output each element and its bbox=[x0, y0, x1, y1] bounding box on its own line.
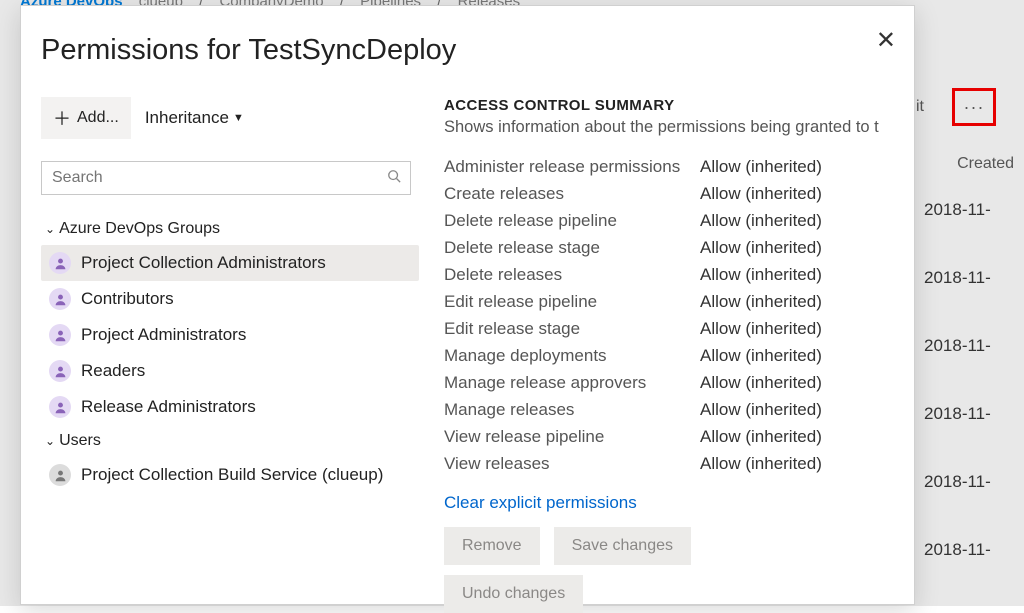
perm-value[interactable]: Allow (inherited) bbox=[700, 319, 822, 339]
perm-row: Delete release stageAllow (inherited) bbox=[444, 234, 914, 261]
modal-left-pane: ＋ Add... Inheritance ▼ ⌄ Azure DevOps Gr… bbox=[21, 97, 419, 613]
bg-date: 2018-11- bbox=[924, 200, 1014, 220]
perm-label: Manage deployments bbox=[444, 346, 700, 366]
perm-value[interactable]: Allow (inherited) bbox=[700, 211, 822, 231]
close-icon: ✕ bbox=[876, 27, 896, 54]
perm-value[interactable]: Allow (inherited) bbox=[700, 400, 822, 420]
dots-icon: ··· bbox=[964, 97, 985, 118]
perm-label: Edit release stage bbox=[444, 319, 700, 339]
modal-title: Permissions for TestSyncDeploy bbox=[41, 34, 914, 67]
modal-right-pane: ACCESS CONTROL SUMMARY Shows information… bbox=[419, 97, 914, 613]
perm-label: Manage releases bbox=[444, 400, 700, 420]
perm-label: Edit release pipeline bbox=[444, 292, 700, 312]
close-button[interactable]: ✕ bbox=[876, 26, 896, 55]
perm-label: View releases bbox=[444, 454, 700, 474]
permissions-modal: ✕ Permissions for TestSyncDeploy ＋ Add..… bbox=[20, 5, 915, 605]
perm-row: Manage releasesAllow (inherited) bbox=[444, 396, 914, 423]
perm-row: View releasesAllow (inherited) bbox=[444, 450, 914, 477]
perm-label: Delete release stage bbox=[444, 238, 700, 258]
group-item-readers[interactable]: Readers bbox=[41, 353, 419, 389]
group-avatar-icon bbox=[49, 360, 71, 382]
perm-row: Delete release pipelineAllow (inherited) bbox=[444, 207, 914, 234]
group-item-project-admins[interactable]: Project Administrators bbox=[41, 317, 419, 353]
more-actions-button[interactable]: ··· bbox=[952, 88, 996, 126]
bg-date: 2018-11- bbox=[924, 540, 1014, 560]
inheritance-label: Inheritance bbox=[145, 108, 229, 128]
perm-value[interactable]: Allow (inherited) bbox=[700, 265, 822, 285]
group-item-contributors[interactable]: Contributors bbox=[41, 281, 419, 317]
caret-down-icon: ▼ bbox=[233, 112, 244, 124]
permissions-list: Administer release permissionsAllow (inh… bbox=[444, 153, 914, 477]
acs-heading: ACCESS CONTROL SUMMARY bbox=[444, 97, 914, 114]
search-wrap bbox=[41, 161, 411, 195]
perm-row: Edit release stageAllow (inherited) bbox=[444, 315, 914, 342]
users-header-label: Users bbox=[59, 432, 101, 450]
perm-value[interactable]: Allow (inherited) bbox=[700, 427, 822, 447]
group-tree: ⌄ Azure DevOps Groups Project Collection… bbox=[41, 213, 419, 493]
chevron-down-icon: ⌄ bbox=[45, 222, 55, 236]
users-header[interactable]: ⌄ Users bbox=[41, 425, 419, 457]
group-item-label: Project Collection Administrators bbox=[81, 253, 326, 273]
group-item-label: Project Administrators bbox=[81, 325, 246, 345]
perm-label: View release pipeline bbox=[444, 427, 700, 447]
button-row-2: Undo changes bbox=[444, 575, 914, 613]
group-avatar-icon bbox=[49, 252, 71, 274]
user-item-label: Project Collection Build Service (clueup… bbox=[81, 465, 383, 485]
remove-button[interactable]: Remove bbox=[444, 527, 540, 565]
group-item-label: Readers bbox=[81, 361, 145, 381]
group-item-release-admins[interactable]: Release Administrators bbox=[41, 389, 419, 425]
groups-header-label: Azure DevOps Groups bbox=[59, 220, 220, 238]
bg-dates: 2018-11- 2018-11- 2018-11- 2018-11- 2018… bbox=[924, 200, 1014, 608]
add-button[interactable]: ＋ Add... bbox=[41, 97, 131, 139]
group-item-label: Contributors bbox=[81, 289, 174, 309]
perm-row: Edit release pipelineAllow (inherited) bbox=[444, 288, 914, 315]
perm-row: Delete releasesAllow (inherited) bbox=[444, 261, 914, 288]
group-avatar-icon bbox=[49, 324, 71, 346]
chevron-down-icon: ⌄ bbox=[45, 434, 55, 448]
inheritance-dropdown[interactable]: Inheritance ▼ bbox=[145, 108, 244, 128]
clear-permissions-link[interactable]: Clear explicit permissions bbox=[444, 493, 637, 513]
toolbar: ＋ Add... Inheritance ▼ bbox=[41, 97, 419, 139]
search-icon bbox=[387, 169, 401, 187]
search-input[interactable] bbox=[41, 161, 411, 195]
perm-value[interactable]: Allow (inherited) bbox=[700, 292, 822, 312]
bg-created-header: Created bbox=[957, 155, 1014, 173]
perm-row: Administer release permissionsAllow (inh… bbox=[444, 153, 914, 180]
group-avatar-icon bbox=[49, 396, 71, 418]
user-item-build-service[interactable]: Project Collection Build Service (clueup… bbox=[41, 457, 419, 493]
perm-row: Manage release approversAllow (inherited… bbox=[444, 369, 914, 396]
perm-value[interactable]: Allow (inherited) bbox=[700, 454, 822, 474]
group-item-pca[interactable]: Project Collection Administrators bbox=[41, 245, 419, 281]
perm-label: Administer release permissions bbox=[444, 157, 700, 177]
perm-label: Manage release approvers bbox=[444, 373, 700, 393]
bg-date: 2018-11- bbox=[924, 268, 1014, 288]
bg-date: 2018-11- bbox=[924, 472, 1014, 492]
group-item-label: Release Administrators bbox=[81, 397, 256, 417]
perm-value[interactable]: Allow (inherited) bbox=[700, 373, 822, 393]
perm-row: Manage deploymentsAllow (inherited) bbox=[444, 342, 914, 369]
perm-label: Create releases bbox=[444, 184, 700, 204]
perm-value[interactable]: Allow (inherited) bbox=[700, 184, 822, 204]
bg-date: 2018-11- bbox=[924, 404, 1014, 424]
undo-button[interactable]: Undo changes bbox=[444, 575, 583, 613]
button-row: Remove Save changes bbox=[444, 527, 914, 565]
perm-row: Create releasesAllow (inherited) bbox=[444, 180, 914, 207]
groups-header[interactable]: ⌄ Azure DevOps Groups bbox=[41, 213, 419, 245]
perm-value[interactable]: Allow (inherited) bbox=[700, 157, 822, 177]
user-avatar-icon bbox=[49, 464, 71, 486]
group-avatar-icon bbox=[49, 288, 71, 310]
perm-label: Delete releases bbox=[444, 265, 700, 285]
perm-row: View release pipelineAllow (inherited) bbox=[444, 423, 914, 450]
plus-icon: ＋ bbox=[53, 105, 71, 131]
perm-label: Delete release pipeline bbox=[444, 211, 700, 231]
perm-value[interactable]: Allow (inherited) bbox=[700, 238, 822, 258]
add-label: Add... bbox=[77, 109, 119, 127]
perm-value[interactable]: Allow (inherited) bbox=[700, 346, 822, 366]
save-button[interactable]: Save changes bbox=[554, 527, 691, 565]
bg-date: 2018-11- bbox=[924, 336, 1014, 356]
acs-subtitle: Shows information about the permissions … bbox=[444, 118, 914, 137]
